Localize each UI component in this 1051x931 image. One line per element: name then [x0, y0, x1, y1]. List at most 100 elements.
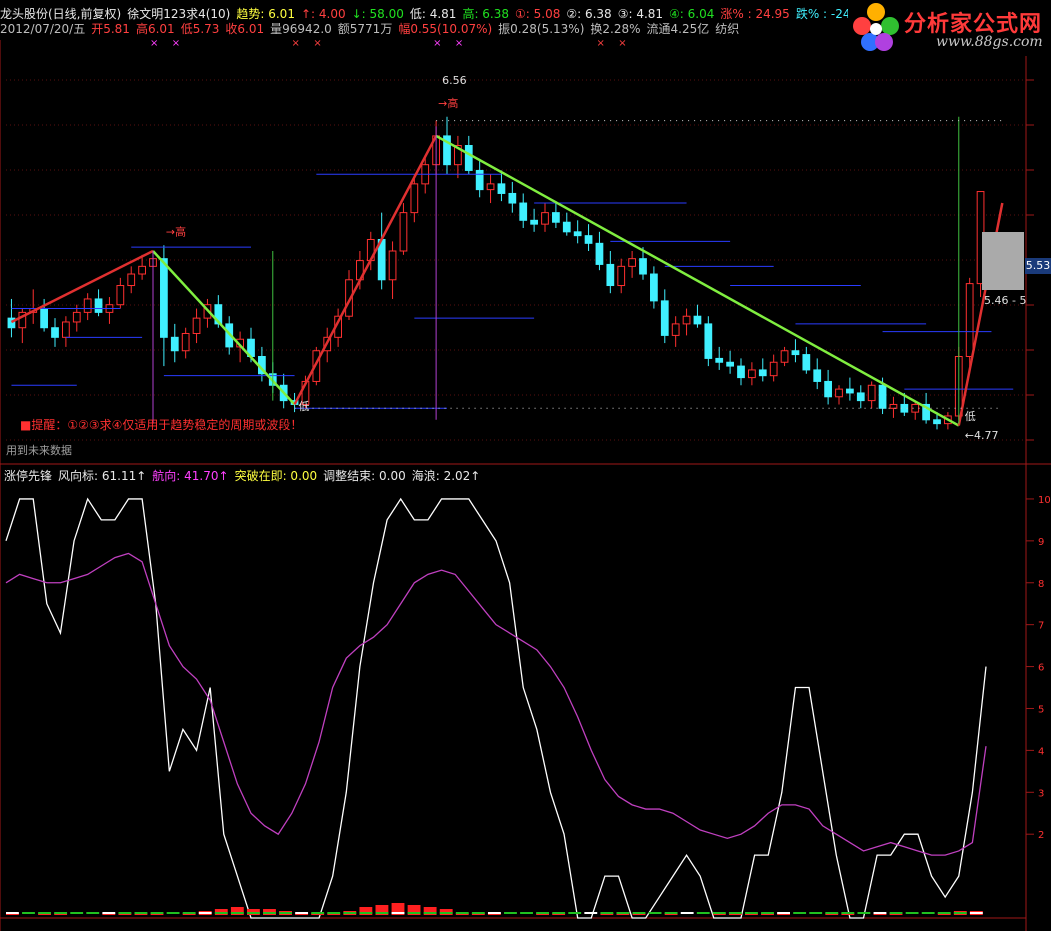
- base-bar: [889, 912, 903, 914]
- trend-line: [293, 135, 438, 406]
- base-bar: [873, 912, 887, 914]
- base-bar: [857, 912, 871, 914]
- base-bar: [311, 912, 325, 914]
- base-bar: [969, 912, 983, 914]
- quote-field-8: 振0.28(5.13%): [498, 22, 585, 36]
- indicator-tick-label: 3: [1038, 788, 1044, 799]
- base-bar: [536, 912, 550, 914]
- chart-window: →高→高6.56低低←4.77××××××××××1098765432 龙头股份…: [0, 0, 1051, 931]
- header-field-6: 高: 6.38: [462, 7, 510, 21]
- base-bar: [728, 912, 742, 914]
- candle-body: [606, 263, 615, 287]
- candle-body: [715, 357, 724, 363]
- candle-body: [835, 388, 843, 398]
- header-field-1: 徐文明123求4(10): [127, 7, 231, 21]
- candle-body: [562, 221, 571, 233]
- candle-body: [704, 323, 713, 359]
- base-bar: [552, 912, 566, 914]
- candle-body: [802, 354, 811, 371]
- high-label: →高: [166, 225, 186, 239]
- candle-body: [867, 384, 876, 402]
- base-bar: [745, 912, 758, 914]
- base-bar: [54, 912, 68, 914]
- candle-body: [388, 250, 397, 281]
- base-bar: [118, 912, 132, 914]
- base-bar: [504, 912, 517, 914]
- candle-body: [40, 308, 48, 329]
- low-label: 低: [965, 410, 976, 423]
- candle-body: [660, 300, 669, 336]
- quote-field-3: 低5.73: [180, 22, 220, 36]
- base-bar: [616, 912, 630, 914]
- header-field-11: 涨% : 24.95: [720, 7, 790, 21]
- pivot-cross-marker: ×: [292, 38, 300, 49]
- candle-body: [497, 183, 506, 194]
- candle-body: [170, 336, 179, 352]
- base-bar: [793, 912, 807, 914]
- candle-body: [530, 219, 538, 225]
- candle-body: [693, 315, 702, 325]
- base-bar: [407, 912, 421, 914]
- indicator-tick-label: 10: [1038, 495, 1051, 506]
- trend-line: [435, 134, 960, 427]
- pivot-cross-marker: ×: [313, 38, 321, 49]
- base-bar: [182, 912, 196, 914]
- base-bar: [761, 912, 774, 914]
- trend-line: [152, 250, 296, 406]
- candle-body: [584, 235, 593, 244]
- base-bar: [439, 912, 453, 914]
- candle-body: [541, 212, 549, 225]
- candle-body: [116, 285, 125, 306]
- pivot-cross-marker: ×: [455, 38, 463, 49]
- candle-body: [682, 315, 691, 325]
- quote-field-7: 幅0.55(10.07%): [398, 22, 493, 36]
- base-bar: [86, 912, 100, 914]
- base-bar: [246, 912, 260, 914]
- trend-line: [10, 249, 154, 324]
- candle-body: [889, 403, 898, 409]
- indicator-header: 涨停先锋 风向标: 61.11↑ 航向: 41.70↑ 突破在即: 0.00 调整结束:…: [4, 467, 486, 484]
- candle-body: [965, 283, 974, 358]
- candle-body: [791, 350, 800, 356]
- base-bar: [455, 912, 469, 914]
- base-bar: [22, 912, 35, 914]
- base-bar: [600, 912, 614, 914]
- candle-body: [573, 231, 582, 237]
- candle-body: [878, 384, 887, 409]
- quote-field-2: 高6.01: [135, 22, 175, 36]
- candle-body: [181, 332, 190, 352]
- base-bar: [279, 912, 292, 914]
- quote-field-5: 量96942.0: [270, 22, 332, 36]
- candle-body: [933, 419, 941, 425]
- candle-body: [83, 298, 92, 313]
- pivot-cross-marker: ×: [433, 38, 441, 49]
- candle-body: [464, 145, 473, 171]
- candle-body: [519, 202, 528, 221]
- indicator-tick-label: 9: [1038, 537, 1044, 548]
- base-bar: [327, 912, 341, 914]
- candle-body: [758, 369, 767, 377]
- logo-flower-icon: [853, 3, 899, 51]
- range-annotation: 5.46 - 5: [984, 294, 1027, 307]
- indicator-tick-label: 6: [1038, 663, 1044, 674]
- price-header-row2: 2012/07/20/五 开5.81 高6.01 低5.73 收6.01 量96942.0…: [0, 21, 745, 37]
- candle-body: [72, 311, 81, 323]
- chart-canvas[interactable]: →高→高6.56低低←4.77××××××××××1098765432: [0, 0, 1051, 931]
- indicator-tick-label: 8: [1038, 579, 1044, 590]
- header-field-9: ③: 4.81: [617, 7, 664, 21]
- quote-field-0: 2012/07/20/五: [0, 22, 86, 36]
- base-bar: [487, 912, 501, 914]
- header-field-3: ↑: 4.00: [300, 7, 346, 21]
- indicator-tick-label: 4: [1038, 746, 1044, 757]
- header-field-10: ④: 6.04: [669, 7, 715, 21]
- candle-body: [617, 265, 626, 287]
- future-data-note: 用到未来数据: [6, 444, 72, 457]
- candle-body: [737, 365, 745, 379]
- quote-field-6: 额5771万: [337, 22, 393, 36]
- base-bar: [648, 912, 662, 914]
- indicator-field-3: 突破在即: 0.00: [234, 469, 318, 483]
- base-bar: [568, 912, 582, 914]
- base-bar: [777, 912, 790, 914]
- candle-body: [192, 317, 201, 334]
- base-bar: [809, 912, 823, 914]
